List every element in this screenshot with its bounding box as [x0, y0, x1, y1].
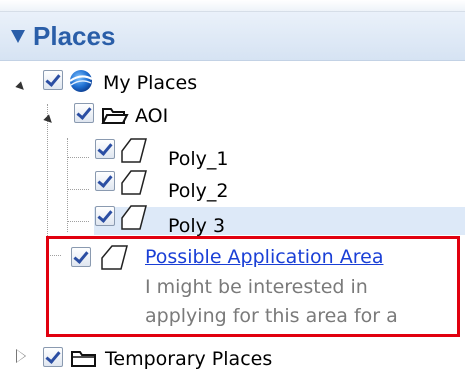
- folder-open-icon: [101, 108, 129, 124]
- globe-icon: [69, 70, 93, 92]
- tree-connector: [67, 189, 89, 190]
- polygon-icon: [101, 245, 128, 270]
- selected-row-highlight: [94, 207, 465, 235]
- tree-label-temporary-places: Temporary Places: [105, 348, 273, 370]
- tree-connector: [67, 138, 68, 232]
- expand-arrow-icon[interactable]: [15, 81, 27, 93]
- polygon-icon: [121, 170, 147, 195]
- checkbox-poly-3[interactable]: [95, 206, 115, 226]
- checkbox-poly-1[interactable]: [95, 139, 115, 159]
- tree-label-poly-3: Poly 3: [168, 215, 226, 237]
- tree-label-aoi: AOI: [135, 105, 169, 127]
- folder-icon: [71, 351, 96, 367]
- possible-area-description-line-2: applying for this area for a: [145, 305, 398, 327]
- possible-application-area-link[interactable]: Possible Application Area: [145, 246, 383, 268]
- collapsed-arrow-inner: [17, 350, 25, 362]
- places-panel-title: Places: [33, 21, 116, 51]
- checkbox-possible-application-area[interactable]: [71, 247, 91, 267]
- tree-label-my-places: My Places: [103, 72, 198, 94]
- places-panel-header[interactable]: Places: [0, 12, 465, 61]
- checkbox-temporary-places[interactable]: [43, 347, 63, 367]
- expand-arrow-icon[interactable]: [43, 114, 55, 126]
- checkbox-my-places[interactable]: [43, 70, 63, 90]
- checkbox-aoi[interactable]: [74, 103, 94, 123]
- possible-area-description-line-1: I might be interested in: [145, 276, 368, 298]
- polygon-icon: [121, 205, 147, 230]
- collapse-arrow-icon[interactable]: [11, 30, 25, 43]
- checkbox-poly-2[interactable]: [95, 171, 115, 191]
- panel-top-strip: [0, 0, 465, 12]
- tree-connector: [67, 157, 89, 158]
- polygon-icon: [121, 138, 147, 163]
- tree-connector: [47, 104, 48, 254]
- tree-label-poly-1: Poly_1: [168, 148, 229, 170]
- tree-connector: [67, 221, 89, 222]
- tree-label-poly-2: Poly_2: [168, 180, 229, 202]
